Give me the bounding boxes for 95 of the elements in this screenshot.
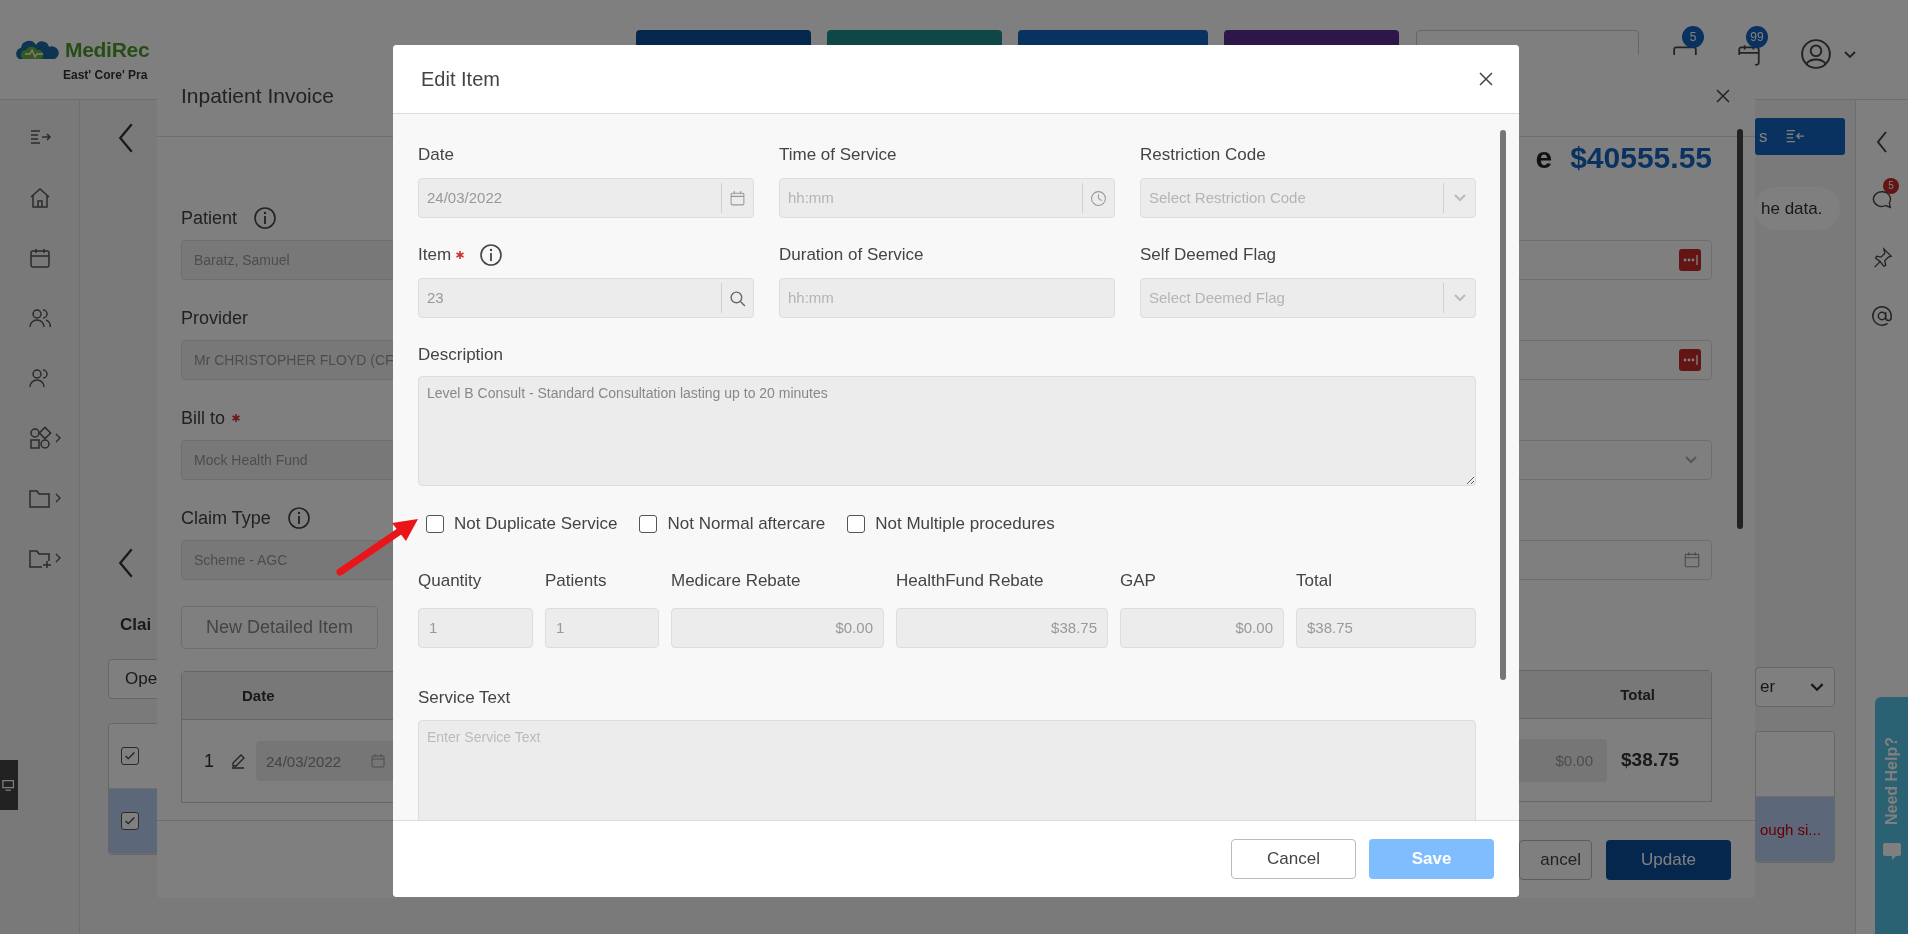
checkbox[interactable] <box>847 515 866 533</box>
apps-icon[interactable] <box>28 426 62 450</box>
scrollbar[interactable] <box>1737 129 1743 529</box>
help-tab[interactable]: Need Help? <box>1875 697 1908 934</box>
more-icon[interactable] <box>1679 249 1701 271</box>
field-label: Patients <box>545 570 608 592</box>
field-label: Claim Type <box>181 507 271 529</box>
chat-bubble-icon <box>1882 841 1902 861</box>
new-item-button[interactable]: New Detailed Item <box>181 606 378 649</box>
dialog-title: Edit Item <box>421 67 500 91</box>
field-label: Description <box>418 344 505 366</box>
field-label: Medicare Rebate <box>671 570 802 592</box>
amount-field[interactable]: $0.00 <box>671 608 884 648</box>
field-label: Time of Service <box>779 144 897 166</box>
dialog-title: Inpatient Invoice <box>181 83 334 108</box>
field-label: HealthFund Rebate <box>896 570 1045 592</box>
cancel-button[interactable]: Cancel <box>1231 839 1356 879</box>
field-label: Patient <box>181 207 238 229</box>
info-icon[interactable] <box>479 243 504 267</box>
amount-field[interactable]: 1 <box>418 608 533 648</box>
description-field[interactable]: Level B Consult - Standard Consultation lasting up to 20 minutes <box>418 376 1476 486</box>
checkbox-label[interactable]: Not Duplicate Service <box>454 514 618 534</box>
back-icon[interactable] <box>118 122 134 154</box>
info-icon[interactable] <box>253 206 278 230</box>
info-icon[interactable] <box>286 506 311 530</box>
notification-badge: 5 <box>1682 26 1704 48</box>
back-icon[interactable] <box>118 547 134 579</box>
section-title: Clai <box>120 615 152 635</box>
row-number: 1 <box>204 750 215 772</box>
home-icon[interactable] <box>28 186 52 210</box>
field-label: Provider <box>181 307 249 329</box>
calendar-icon <box>370 753 386 769</box>
select-field[interactable]: Select Restriction Code <box>1140 178 1476 218</box>
balance-amount: $40555.55 <box>1570 140 1712 175</box>
checkbox-label[interactable]: Not Multiple procedures <box>875 514 1055 534</box>
chevron-down-icon <box>1453 194 1466 202</box>
calendar-icon[interactable] <box>28 246 52 270</box>
balance-label: e <box>1535 140 1553 175</box>
field-label: Item <box>418 244 452 266</box>
more-icon[interactable] <box>1679 349 1701 371</box>
practice-name: East' Core' Pra <box>62 68 148 82</box>
field-label: GAP <box>1120 570 1157 592</box>
pin-icon[interactable] <box>1871 246 1893 270</box>
edit-icon[interactable] <box>230 753 246 769</box>
field-label: Quantity <box>418 570 483 592</box>
chevron-down-icon <box>1810 682 1824 692</box>
brand-name: MediRec <box>65 38 150 62</box>
close-icon[interactable] <box>1715 87 1731 104</box>
checkbox[interactable] <box>639 515 658 533</box>
calendar-icon <box>1683 551 1701 569</box>
amount-field[interactable]: $0.00 <box>1120 608 1284 648</box>
table-row[interactable]: ough si... <box>1756 797 1834 862</box>
calendar-icon <box>729 189 746 207</box>
monitor-icon <box>2 778 16 792</box>
collapse-button[interactable]: s <box>1755 118 1845 155</box>
date-field[interactable]: 24/03/2022 <box>418 178 754 218</box>
checkbox-label[interactable]: Not Normal aftercare <box>667 514 826 534</box>
field-label: Date <box>418 144 454 166</box>
field-label: Total <box>1296 570 1333 592</box>
input-field[interactable]: hh:mm <box>779 278 1115 318</box>
sort-dropdown[interactable]: er <box>1755 667 1835 707</box>
user-avatar-icon[interactable] <box>1800 38 1832 70</box>
hint-pill: he data. <box>1755 187 1840 230</box>
chevron-down-icon[interactable] <box>1844 51 1856 59</box>
search-icon[interactable] <box>729 289 746 307</box>
field-label: Bill to <box>181 407 225 429</box>
mention-icon[interactable] <box>1871 304 1893 328</box>
column-header: Total <box>1620 686 1655 703</box>
people-icon[interactable] <box>28 306 52 330</box>
cancel-button[interactable]: ancel <box>1519 839 1592 880</box>
checkbox[interactable] <box>426 515 444 533</box>
amount-field[interactable]: 1 <box>545 608 659 648</box>
update-button[interactable]: Update <box>1606 839 1731 880</box>
scrollbar[interactable] <box>1500 130 1506 680</box>
search-field[interactable]: 23 <box>418 278 754 318</box>
row-total: $38.75 <box>1621 749 1680 771</box>
checkbox[interactable] <box>121 812 139 830</box>
logo-icon <box>15 39 59 61</box>
field-label: Service Text <box>418 687 512 709</box>
notification-badge: 99 <box>1746 26 1768 48</box>
chevron-down-icon <box>1685 456 1697 464</box>
amount-field[interactable]: $38.75 <box>1296 608 1476 648</box>
notification-badge: 5 <box>1883 178 1899 194</box>
checkbox[interactable] <box>121 747 139 765</box>
amount-field[interactable]: $38.75 <box>896 608 1108 648</box>
column-header: Date <box>242 687 275 704</box>
select-field[interactable]: Select Deemed Flag <box>1140 278 1476 318</box>
close-icon[interactable] <box>1478 71 1494 87</box>
field-label: Duration of Service <box>779 244 924 266</box>
chevron-down-icon <box>1453 294 1466 302</box>
time-field[interactable]: hh:mm <box>779 178 1115 218</box>
device-tab[interactable] <box>0 760 18 810</box>
field-label: Self Deemed Flag <box>1140 244 1277 266</box>
clock-icon <box>1090 189 1107 207</box>
field-label: Restriction Code <box>1140 144 1266 166</box>
